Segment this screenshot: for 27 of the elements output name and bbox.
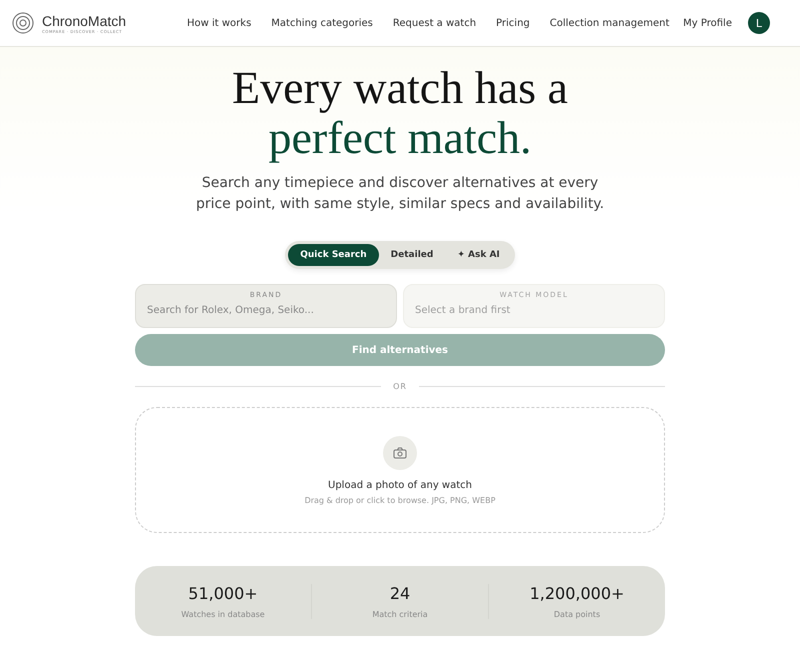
stat-label: Data points [554,610,600,618]
headline: Every watch has a [232,63,568,113]
nav-link[interactable]: Collection management [540,18,680,28]
tab[interactable]: Quick Search [288,244,379,266]
nav-link[interactable]: Matching categories [261,18,383,28]
upload-hint: Drag & drop or click to browse. JPG, PNG, WEBP [304,496,496,504]
upload-dropzone[interactable]: Upload a photo of any watch Drag & drop or click to browse. JPG, PNG, WEBP [135,407,665,533]
headline-accent: perfect match. [268,113,532,163]
or-divider-text: OR [393,382,407,391]
subtitle: Search any timepiece and discover alternatives at every price point, with same style, similar specs and availability. [194,174,606,214]
stat-value: 51,000+ [188,584,258,602]
stat-value: 1,200,000+ [530,584,624,602]
nav-link[interactable]: How it works [177,18,262,28]
upload-title: Upload a photo of any watch [328,480,472,490]
nav-link[interactable]: Request a watch [382,18,486,28]
stat-label: Watches in database [181,610,265,618]
logo-text[interactable]: ChronoMatch [42,12,126,28]
profile-link[interactable]: My Profile [683,18,732,28]
camera-icon [383,436,417,470]
stat-label: Match criteria [372,610,428,618]
tab[interactable]: Detailed [378,244,446,266]
nav-link[interactable]: Pricing [486,18,540,28]
stat-value: 24 [390,584,410,602]
avatar[interactable]: L [748,12,770,34]
input-field[interactable]: Search for Rolex, Omega, Seiko... [147,305,385,316]
tab[interactable]: ✦ Ask AI [445,244,512,266]
logo-icon [12,12,34,34]
